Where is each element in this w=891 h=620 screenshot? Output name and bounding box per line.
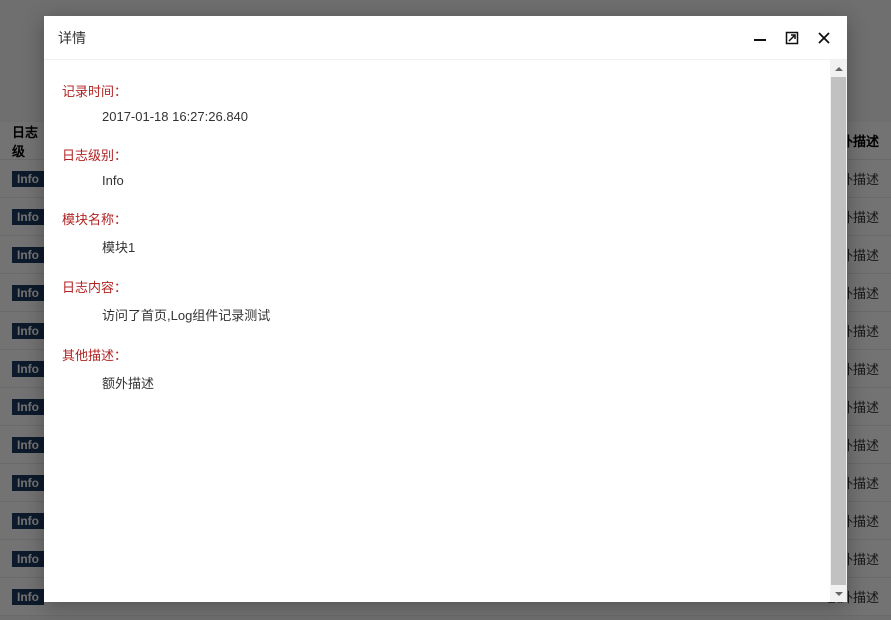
field-label: 日志级别： xyxy=(44,136,812,173)
field-value: 模块1 xyxy=(44,237,812,268)
detail-modal: 详情 记录时间：2017-01-18 16:27:26.840日志级别：Info… xyxy=(44,16,847,602)
modal-body: 记录时间：2017-01-18 16:27:26.840日志级别：Info模块名… xyxy=(44,60,830,602)
field-value: 访问了首页,Log组件记录测试 xyxy=(44,305,812,336)
field-label: 模块名称： xyxy=(44,200,812,237)
field-label: 记录时间： xyxy=(44,72,812,109)
field-value: 2017-01-18 16:27:26.840 xyxy=(44,109,812,136)
maximize-icon[interactable] xyxy=(783,29,801,47)
field-label: 其他描述： xyxy=(44,336,812,373)
scroll-up-icon[interactable] xyxy=(830,60,847,77)
field-value: 额外描述 xyxy=(44,373,812,404)
field-value: Info xyxy=(44,173,812,200)
close-icon[interactable] xyxy=(815,29,833,47)
field-label: 日志内容： xyxy=(44,268,812,305)
modal-title: 详情 xyxy=(58,28,86,48)
minimize-icon[interactable] xyxy=(751,29,769,47)
scrollbar[interactable] xyxy=(830,60,847,602)
scroll-thumb[interactable] xyxy=(831,77,846,585)
scroll-down-icon[interactable] xyxy=(830,585,847,602)
modal-titlebar: 详情 xyxy=(44,16,847,60)
